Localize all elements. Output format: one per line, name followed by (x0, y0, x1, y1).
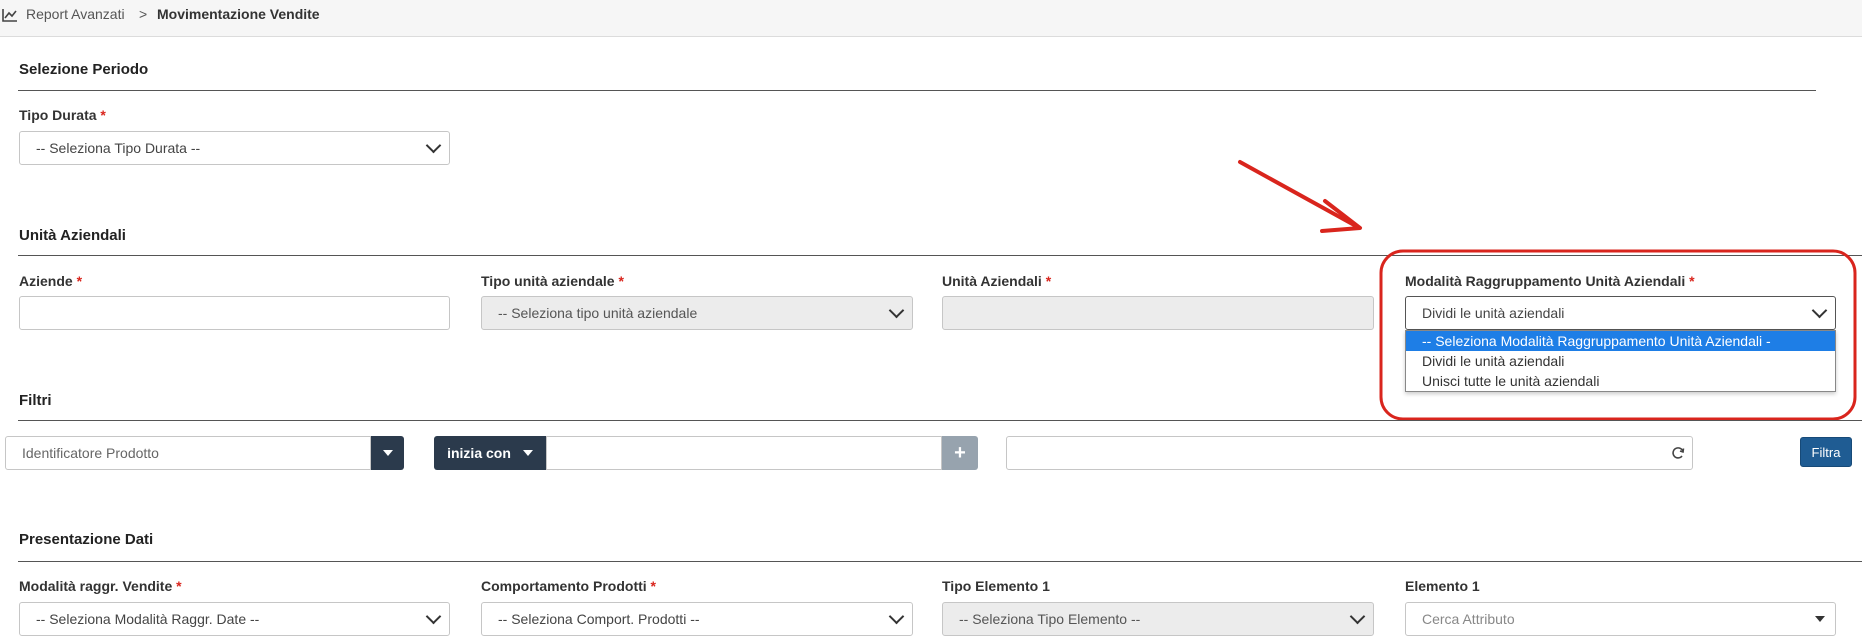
chevron-down-icon (1349, 608, 1366, 625)
refresh-icon[interactable] (1671, 446, 1685, 460)
caret-down-icon (522, 450, 533, 456)
section-divider (18, 420, 1862, 421)
aziende-input[interactable] (19, 296, 450, 330)
section-title-unita: Unità Aziendali (19, 227, 126, 244)
required-mark: * (650, 578, 656, 594)
comportamento-prodotti-select[interactable]: -- Seleziona Comport. Prodotti -- (481, 602, 913, 636)
breadcrumb-parent-link[interactable]: Report Avanzati (26, 6, 125, 22)
section-title-presentazione: Presentazione Dati (19, 531, 154, 548)
caret-down-icon (1815, 616, 1825, 622)
filter-text-input[interactable] (546, 436, 942, 470)
identificatore-prodotto-select[interactable]: Identificatore Prodotto (5, 436, 371, 470)
chevron-down-icon (888, 302, 905, 319)
filtra-button[interactable]: Filtra (1800, 437, 1852, 467)
required-mark: * (176, 578, 182, 594)
annotation-arrow-shaft (1238, 160, 1358, 228)
tipo-elemento-label: Tipo Elemento 1 (942, 578, 1050, 594)
required-mark: * (1045, 273, 1052, 289)
required-mark: * (76, 273, 83, 289)
section-divider (18, 90, 1816, 91)
section-divider (18, 255, 1862, 256)
modalita-raggruppamento-label: Modalità Raggruppamento Unità Aziendali … (1405, 273, 1695, 289)
section-title-periodo: Selezione Periodo (19, 61, 149, 78)
modalita-options-list: -- Seleziona Modalità Raggruppamento Uni… (1405, 330, 1836, 392)
tipo-unita-select[interactable]: -- Seleziona tipo unità aziendale (481, 296, 913, 330)
section-divider (18, 561, 1862, 562)
unita-aziendali-input[interactable] (942, 296, 1374, 330)
annotation-arrow-head (1320, 199, 1362, 233)
comportamento-prodotti-label: Comportamento Prodotti * (481, 578, 656, 594)
elemento-search-select[interactable]: Cerca Attributo (1405, 602, 1836, 636)
chevron-down-icon (425, 137, 442, 154)
filter-value-input[interactable] (1006, 436, 1693, 470)
tipo-elemento-select[interactable]: -- Seleziona Tipo Elemento -- (942, 602, 1374, 636)
modalita-raggruppamento-select[interactable]: Dividi le unità aziendali (1405, 296, 1836, 330)
section-title-filtri: Filtri (19, 392, 52, 409)
modalita-vendite-select[interactable]: -- Seleziona Modalità Raggr. Date -- (19, 602, 450, 636)
required-mark: * (618, 273, 624, 289)
chevron-down-icon (888, 608, 905, 625)
chevron-down-icon (1811, 302, 1828, 319)
option-dividi[interactable]: Dividi le unità aziendali (1406, 351, 1835, 371)
required-mark: * (100, 107, 106, 123)
tipo-durata-label: Tipo Durata * (19, 107, 106, 123)
modalita-vendite-label: Modalità raggr. Vendite * (19, 578, 182, 594)
add-filter-button[interactable]: + (942, 436, 978, 470)
chevron-down-icon (425, 608, 442, 625)
identificatore-dropdown-button[interactable] (371, 436, 404, 470)
option-unisci[interactable]: Unisci tutte le unità aziendali (1406, 371, 1835, 391)
aziende-label: Aziende * (19, 273, 83, 289)
tipo-durata-select[interactable]: -- Seleziona Tipo Durata -- (19, 131, 450, 165)
option-seleziona-modalita[interactable]: -- Seleziona Modalità Raggruppamento Uni… (1406, 331, 1835, 351)
operator-dropdown-button[interactable]: inizia con (434, 436, 546, 470)
tipo-unita-label: Tipo unità aziendale * (481, 273, 624, 289)
elemento-label: Elemento 1 (1405, 578, 1480, 594)
chart-line-icon (2, 9, 17, 22)
unita-aziendali-label: Unità Aziendali * (942, 273, 1052, 289)
caret-down-icon (382, 450, 393, 456)
breadcrumb-separator: > (139, 6, 148, 22)
required-mark: * (1689, 273, 1695, 289)
breadcrumb-current: Movimentazione Vendite (157, 6, 320, 22)
